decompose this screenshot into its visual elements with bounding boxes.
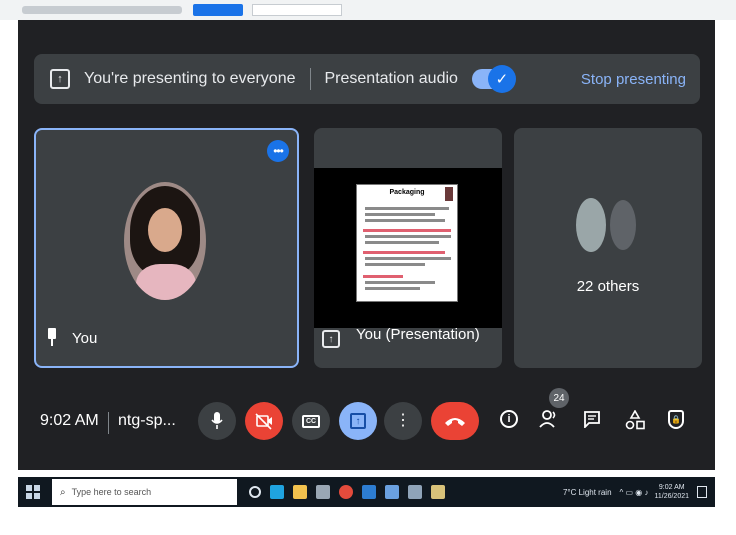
presentation-tile[interactable]: Packaging ↑ You (Presentation) [314, 128, 502, 368]
browser-blue-button[interactable] [193, 4, 243, 16]
participant-avatar [608, 198, 638, 252]
others-count-label: 22 others [576, 278, 640, 295]
captions-button[interactable]: CC [292, 402, 330, 440]
banner-divider [309, 68, 311, 90]
people-icon [539, 410, 556, 428]
notification-icon[interactable] [697, 486, 707, 498]
more-options-button[interactable]: ⋮ [384, 402, 422, 440]
taskbar-clock[interactable]: 9:02 AM 11/26/2021 [654, 483, 689, 501]
chrome-icon[interactable] [339, 485, 353, 499]
search-icon: ⌕ [60, 486, 66, 498]
others-tile[interactable]: 22 others [514, 128, 702, 368]
captions-icon: CC [302, 414, 320, 428]
app-icon[interactable] [431, 485, 445, 499]
present-icon: ↑ [50, 69, 70, 89]
meeting-details-button[interactable]: i [500, 410, 518, 428]
presentation-audio-toggle[interactable]: ✓ [471, 65, 516, 93]
file-explorer-icon[interactable] [293, 485, 307, 499]
browser-tab-strip [22, 6, 182, 14]
app-icon[interactable] [385, 485, 399, 499]
check-icon: ✓ [487, 65, 516, 93]
slide-figure [445, 187, 453, 201]
clock-date: 11/26/2021 [654, 493, 689, 500]
present-icon: ↑ [322, 330, 340, 348]
app-icon[interactable] [408, 485, 422, 499]
weather-widget[interactable]: 7°C Light rain [563, 488, 612, 497]
presenting-text: You're presenting to everyone [84, 70, 296, 87]
mail-icon[interactable] [362, 485, 376, 499]
presentation-slide: Packaging [356, 184, 458, 302]
windows-taskbar: ⌕ Type here to search 7°C Light rain ^ ▭… [18, 477, 715, 507]
info-icon: i [500, 410, 518, 428]
present-now-icon: ↑ [350, 413, 366, 429]
avatar [124, 182, 206, 300]
present-now-button[interactable]: ↑ [339, 402, 377, 440]
camera-off-icon [255, 413, 272, 430]
presenting-banner: ↑ You're presenting to everyone Presenta… [34, 54, 700, 104]
people-button[interactable] [539, 410, 559, 431]
self-name-label: You [72, 330, 98, 347]
windows-icon[interactable] [26, 485, 40, 499]
taskbar-search-placeholder: Type here to search [71, 487, 152, 497]
participant-avatar [576, 198, 606, 252]
presentation-audio-label: Presentation audio [324, 70, 458, 87]
taskbar-search[interactable]: ⌕ Type here to search [52, 479, 237, 505]
chat-icon [584, 411, 600, 430]
more-options-icon[interactable]: ••• [267, 140, 289, 162]
chat-button[interactable] [583, 410, 601, 431]
participant-count-badge: 24 [549, 388, 569, 408]
mic-icon [211, 412, 223, 429]
task-view-icon[interactable] [249, 486, 261, 498]
pin-icon[interactable] [46, 328, 58, 346]
presentation-label: You (Presentation) [356, 326, 480, 343]
end-call-icon [445, 418, 465, 426]
browser-toolbar [0, 0, 736, 20]
self-video-tile[interactable]: ••• You [34, 128, 299, 368]
control-divider [108, 412, 109, 434]
activities-button[interactable] [625, 409, 645, 433]
presentation-screen: Packaging [314, 168, 502, 328]
more-vert-icon: ⋮ [395, 412, 411, 429]
slide-title: Packaging [389, 189, 425, 196]
microphone-button[interactable] [198, 402, 236, 440]
meeting-code: ntg-sp... [118, 412, 176, 429]
camera-button[interactable] [245, 402, 283, 440]
stop-presenting-button[interactable]: Stop presenting [581, 71, 686, 88]
store-icon[interactable] [316, 485, 330, 499]
meeting-time: 9:02 AM [40, 412, 99, 429]
browser-field[interactable] [252, 4, 342, 16]
host-controls-button[interactable]: 🔒 [668, 410, 684, 429]
leave-call-button[interactable] [431, 402, 479, 440]
host-controls-icon: 🔒 [668, 410, 684, 429]
system-tray-icons[interactable]: ^ ▭ ◉ ♪ [620, 488, 649, 497]
edge-icon[interactable] [270, 485, 284, 499]
clock-time: 9:02 AM [658, 484, 685, 491]
meet-window: ↑ You're presenting to everyone Presenta… [18, 20, 715, 470]
control-bar: 9:02 AM ntg-sp... CC ↑ ⋮ i 24 🔒 [18, 388, 715, 452]
activities-icon [625, 409, 645, 430]
